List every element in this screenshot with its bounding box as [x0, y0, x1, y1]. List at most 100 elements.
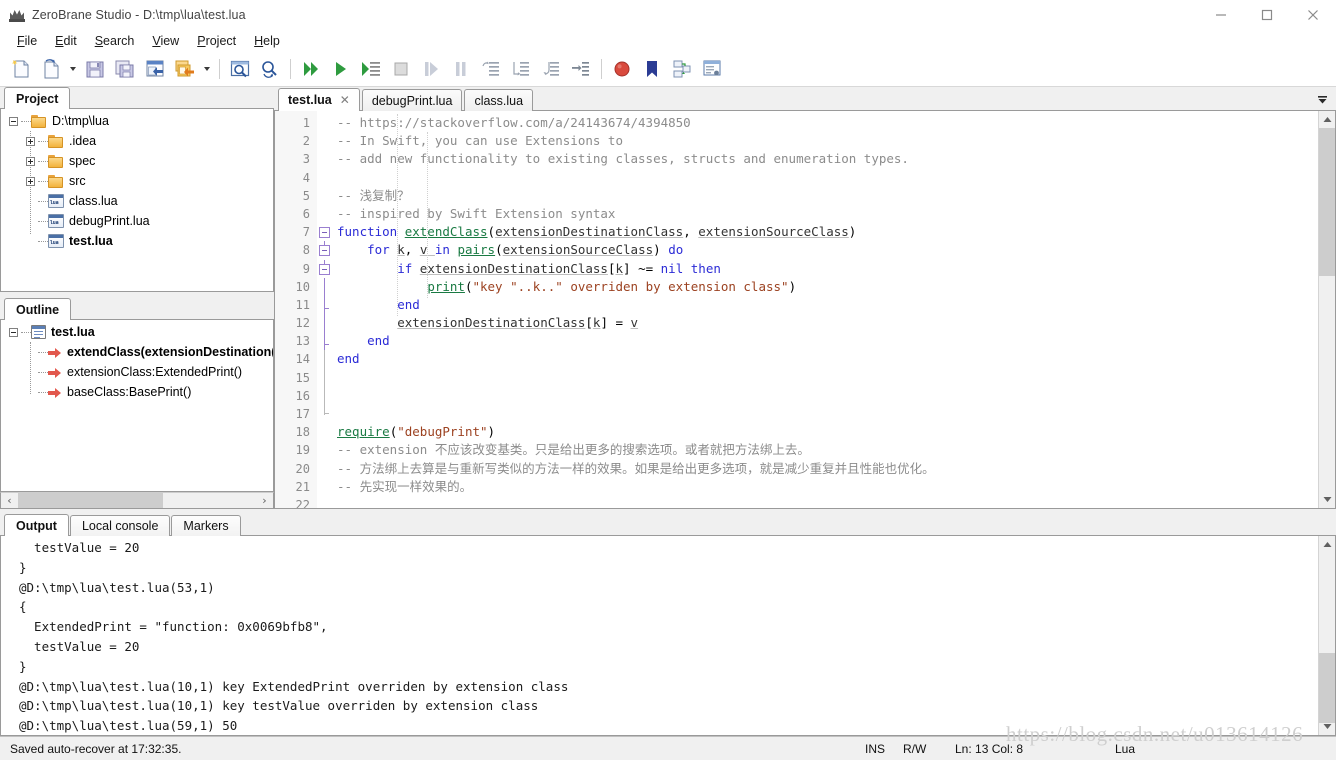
fold-marker-cell[interactable] — [317, 496, 333, 508]
scroll-thumb[interactable] — [1318, 653, 1335, 723]
outline-row-root[interactable]: test.lua — [1, 322, 273, 342]
code-line[interactable]: -- In Swift, you can use Extensions to — [333, 132, 1318, 150]
fold-marker-cell[interactable] — [317, 478, 333, 496]
outline-row-extendedprint[interactable]: extensionClass:ExtendedPrint() — [1, 362, 273, 382]
editor-tab-class-lua[interactable]: class.lua — [464, 89, 534, 111]
scroll-right-button[interactable]: › — [256, 493, 273, 508]
fold-marker-cell[interactable] — [317, 332, 333, 351]
menu-help[interactable]: Help — [245, 31, 289, 51]
code-line[interactable]: require("debugPrint") — [333, 423, 1318, 441]
code-line[interactable] — [333, 387, 1318, 405]
close-icon[interactable]: ✕ — [340, 93, 350, 107]
tree-row-src[interactable]: src — [1, 171, 273, 191]
expander-plus-icon[interactable] — [26, 136, 35, 146]
tab-output[interactable]: Output — [4, 514, 69, 536]
fold-marker-cell[interactable] — [317, 423, 333, 441]
replace-icon[interactable] — [255, 54, 285, 84]
debug-start-icon[interactable] — [326, 54, 356, 84]
menu-search[interactable]: Search — [86, 31, 144, 51]
fold-marker-cell[interactable] — [317, 205, 333, 223]
fold-marker-cell[interactable] — [317, 386, 333, 405]
editor-tab-test-lua[interactable]: test.lua ✕ — [278, 88, 360, 111]
code-line[interactable]: -- 先实现一样效果的。 — [333, 478, 1318, 496]
scroll-thumb[interactable] — [1318, 128, 1335, 276]
fold-margin[interactable] — [317, 111, 333, 508]
save-all-icon[interactable] — [110, 54, 140, 84]
menu-view[interactable]: View — [143, 31, 188, 51]
fold-marker-cell[interactable] — [317, 405, 333, 423]
stack-window-icon[interactable] — [697, 54, 727, 84]
expander-plus-icon[interactable] — [26, 176, 35, 186]
menu-edit[interactable]: Edit — [46, 31, 86, 51]
code-line[interactable] — [333, 496, 1318, 508]
outline-horizontal-scrollbar[interactable]: ‹ › — [0, 492, 274, 509]
fold-marker-cell[interactable] — [317, 187, 333, 205]
expander-minus-icon[interactable] — [9, 327, 18, 337]
code-line[interactable]: end — [333, 296, 1318, 314]
stop-icon[interactable] — [386, 54, 416, 84]
fold-marker-cell[interactable] — [317, 277, 333, 296]
fold-marker-cell[interactable] — [317, 368, 333, 387]
step-over-icon[interactable] — [416, 54, 446, 84]
code-line[interactable] — [333, 169, 1318, 187]
menu-file[interactable]: File — [8, 31, 46, 51]
tab-markers[interactable]: Markers — [171, 515, 241, 536]
fold-marker-cell[interactable] — [317, 241, 333, 259]
fold-marker-cell[interactable] — [317, 150, 333, 168]
close-page-icon[interactable] — [140, 54, 170, 84]
code-line[interactable]: for k, v in pairs(extensionSourceClass) … — [333, 241, 1318, 259]
maximize-button[interactable] — [1244, 0, 1290, 30]
scroll-down-button[interactable] — [1319, 491, 1336, 508]
scroll-track[interactable] — [1318, 553, 1335, 723]
outline-row-extendclass[interactable]: extendClass(extensionDestination( — [1, 342, 273, 362]
code-line[interactable] — [333, 369, 1318, 387]
fold-marker-cell[interactable] — [317, 223, 333, 241]
watch-window-icon[interactable] — [667, 54, 697, 84]
fold-marker-cell[interactable] — [317, 114, 333, 132]
tree-row-test-lua[interactable]: lua test.lua — [1, 231, 273, 251]
fold-collapse-icon[interactable] — [319, 245, 330, 257]
bookmark-icon[interactable] — [637, 54, 667, 84]
fold-marker-cell[interactable] — [317, 460, 333, 478]
tree-row-debugprint-lua[interactable]: lua debugPrint.lua — [1, 211, 273, 231]
menu-project[interactable]: Project — [188, 31, 245, 51]
code-line[interactable]: end — [333, 350, 1318, 368]
fold-collapse-icon[interactable] — [319, 227, 330, 239]
stack-view-icon[interactable] — [566, 54, 596, 84]
code-line[interactable]: extensionDestinationClass[k] = v — [333, 314, 1318, 332]
minimize-button[interactable] — [1198, 0, 1244, 30]
editor-vertical-scrollbar[interactable] — [1318, 111, 1335, 508]
close-button[interactable] — [1290, 0, 1336, 30]
code-line[interactable]: -- extension 不应该改变基类。只是给出更多的搜索选项。或者就把方法绑… — [333, 441, 1318, 459]
code-line[interactable]: -- inspired by Swift Extension syntax — [333, 205, 1318, 223]
fold-marker-cell[interactable] — [317, 295, 333, 315]
editor-tab-debugprint-lua[interactable]: debugPrint.lua — [361, 89, 463, 111]
scroll-track[interactable] — [1318, 128, 1335, 491]
tree-row-idea[interactable]: .idea — [1, 131, 273, 151]
output-console[interactable]: testValue = 20} @D:\tmp\lua\test.lua(53,1… — [0, 536, 1336, 736]
find-icon[interactable] — [225, 54, 255, 84]
save-icon[interactable] — [80, 54, 110, 84]
run-icon[interactable] — [296, 54, 326, 84]
fold-marker-cell[interactable] — [317, 314, 333, 333]
open-file-dropdown-icon[interactable] — [66, 54, 80, 84]
output-vertical-scrollbar[interactable] — [1318, 536, 1335, 735]
scroll-track[interactable] — [18, 493, 256, 508]
fold-marker-cell[interactable] — [317, 132, 333, 150]
fold-marker-cell[interactable] — [317, 350, 333, 369]
new-file-icon[interactable] — [6, 54, 36, 84]
tab-outline[interactable]: Outline — [4, 298, 72, 320]
trace-icon[interactable] — [476, 54, 506, 84]
fold-marker-cell[interactable] — [317, 441, 333, 459]
tree-row-root[interactable]: D:\tmp\lua — [1, 111, 273, 131]
expander-plus-icon[interactable] — [26, 156, 35, 166]
code-editor[interactable]: 1 2 3 4 5 6 7 8 9 10 11 12 13 14 15 16 17 18 19 20 21 22 -- h… — [274, 111, 1336, 509]
step-into-icon[interactable] — [356, 54, 386, 84]
scroll-thumb[interactable] — [18, 493, 163, 508]
expander-minus-icon[interactable] — [9, 116, 18, 126]
code-line[interactable]: -- 浅复制？ — [333, 187, 1318, 205]
code-line[interactable] — [333, 405, 1318, 423]
step-out-icon[interactable] — [446, 54, 476, 84]
open-file-icon[interactable] — [36, 54, 66, 84]
fold-marker-cell[interactable] — [317, 169, 333, 187]
